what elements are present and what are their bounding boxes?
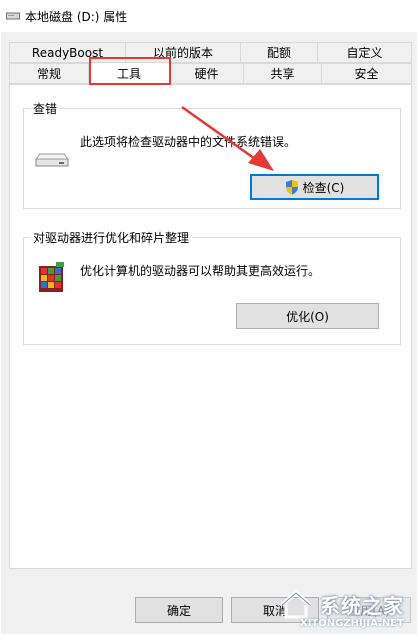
tab-previous-versions[interactable]: 以前的版本 <box>125 42 241 63</box>
ok-button-label: 确定 <box>166 603 191 618</box>
optimize-legend: 对驱动器进行优化和碎片整理 <box>33 231 190 245</box>
optimize-description: 优化计算机的驱动器可以帮助其更高效运行。 <box>80 264 321 278</box>
tab-readyboost[interactable]: ReadyBoost <box>9 42 126 63</box>
apply-button-label: 应用(A) <box>348 603 390 618</box>
drive-icon <box>34 153 70 167</box>
annotation-arrow <box>181 105 274 171</box>
tab-security[interactable]: 安全 <box>321 63 412 84</box>
optimize-button-label: 优化(O) <box>286 309 329 324</box>
ok-button[interactable]: 确定 <box>135 597 223 623</box>
check-button-label: 检查(C) <box>302 180 345 195</box>
tab-general[interactable]: 常规 <box>9 63 89 84</box>
cancel-button[interactable]: 取消 <box>231 597 319 623</box>
tab-sharing[interactable]: 共享 <box>243 63 322 84</box>
drive-icon <box>6 12 20 20</box>
tab-tools[interactable]: 工具 <box>88 62 170 85</box>
cancel-button-label: 取消 <box>262 603 287 618</box>
apply-button[interactable]: 应用(A) <box>327 597 411 623</box>
uac-shield-icon <box>285 180 298 195</box>
tools-panel: 查错 此选项将检查驱动器中的文件系统错误。 检查(C) 对驱动器进行优化和碎片整… <box>9 84 412 569</box>
window-title: 本地磁盘 (D:) 属性 <box>25 10 128 24</box>
defrag-icon <box>39 262 64 292</box>
check-button[interactable]: 检查(C) <box>250 174 379 200</box>
error-check-legend: 查错 <box>33 102 58 116</box>
optimize-button[interactable]: 优化(O) <box>236 303 379 329</box>
tab-quota[interactable]: 配额 <box>240 42 318 63</box>
tab-hardware[interactable]: 硬件 <box>169 63 244 84</box>
dialog-body: ReadyBoost 以前的版本 配额 自定义 常规 工具 硬件 共享 安全 查… <box>1 32 417 634</box>
title-bar: 本地磁盘 (D:) 属性 <box>0 0 418 32</box>
tab-customize[interactable]: 自定义 <box>317 42 412 63</box>
